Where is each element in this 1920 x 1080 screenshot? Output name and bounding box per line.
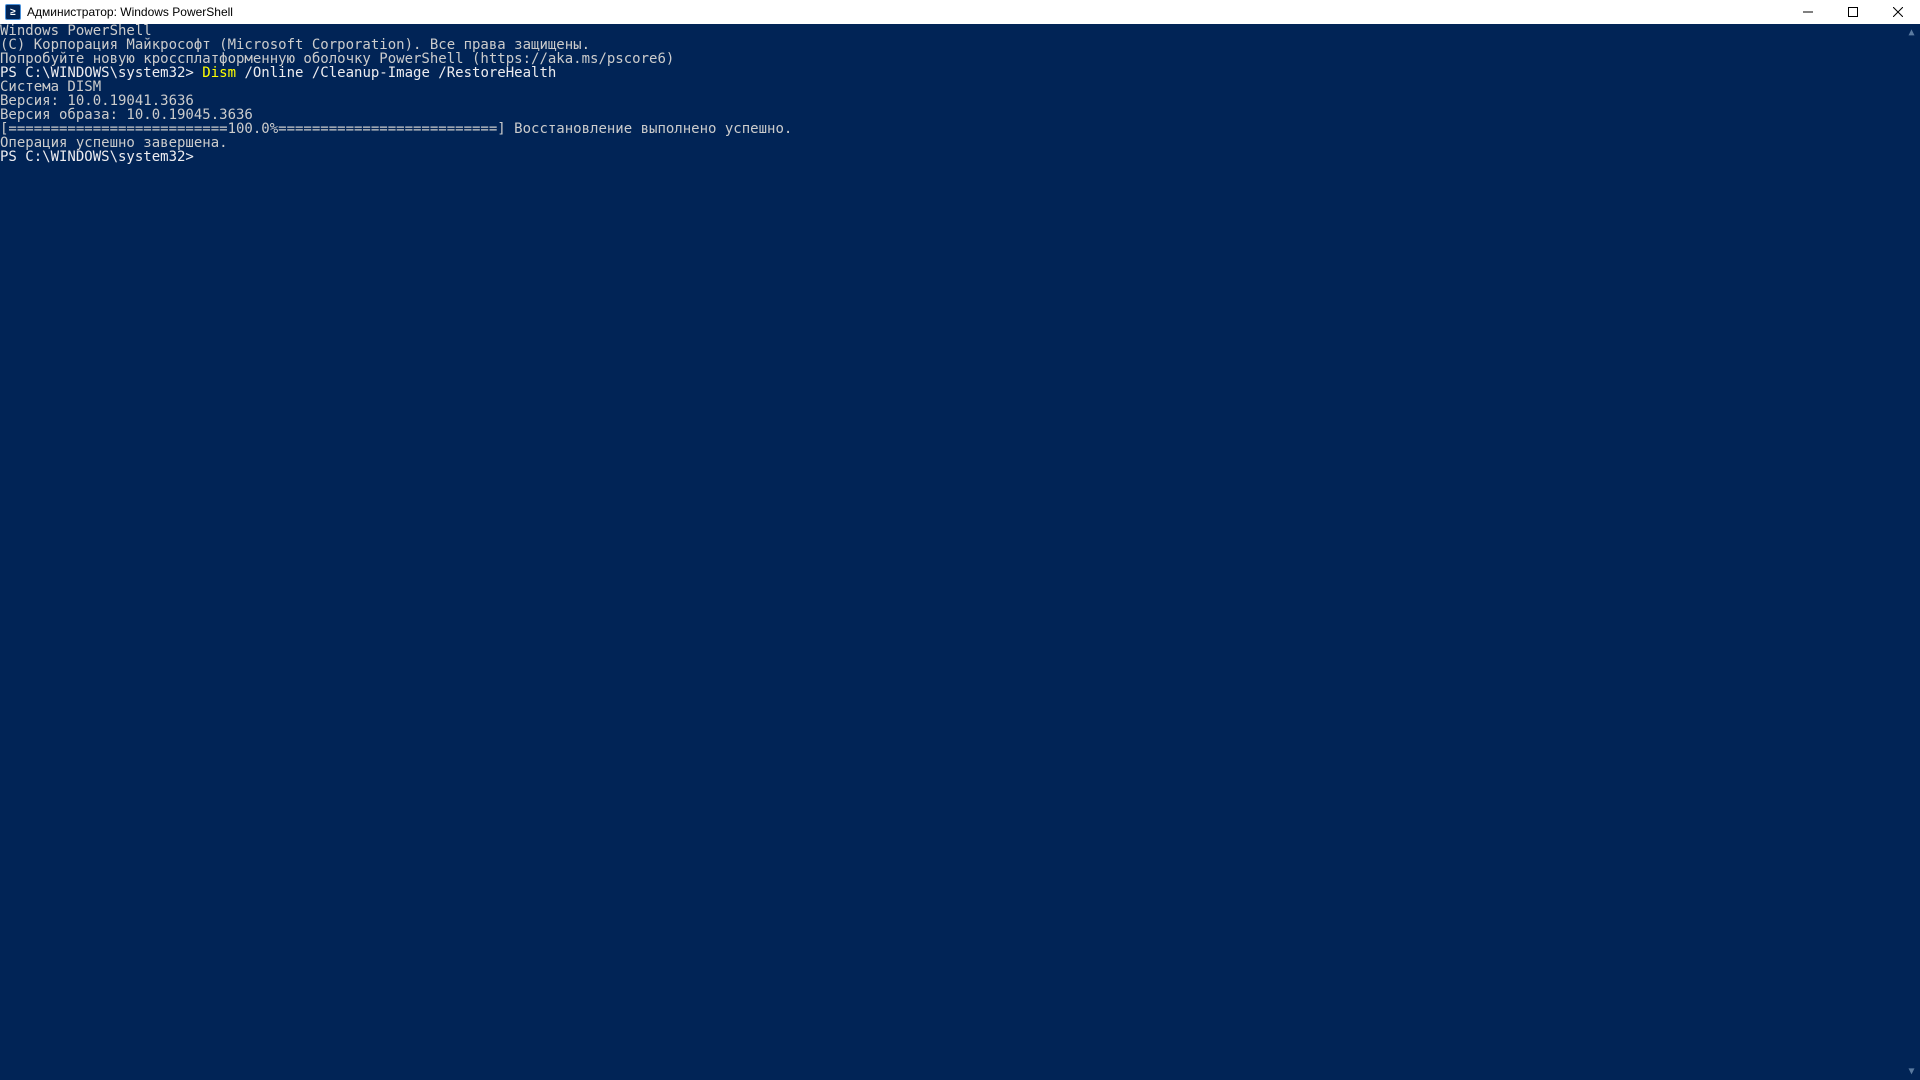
output-line: Windows PowerShell [0,24,1920,38]
powershell-window: ≥ Администратор: Windows PowerShell Wind… [0,0,1920,1080]
titlebar-left: ≥ Администратор: Windows PowerShell [5,4,233,20]
output-line: Операция успешно завершена. [0,136,1920,150]
maximize-button[interactable] [1830,0,1875,24]
window-title: Администратор: Windows PowerShell [27,5,233,19]
maximize-icon [1848,7,1858,17]
close-button[interactable] [1875,0,1920,24]
vertical-scrollbar[interactable]: ▲ ▼ [1903,24,1920,1080]
progress-line: [==========================100.0%=======… [0,122,1920,136]
scroll-down-arrow-icon[interactable]: ▼ [1903,1063,1920,1080]
output-line: Cистема DISM [0,80,1920,94]
output-line: Версия: 10.0.19041.3636 [0,94,1920,108]
command-line: PS C:\WINDOWS\system32> Dism /Online /Cl… [0,66,1920,80]
prompt-line: PS C:\WINDOWS\system32> [0,150,1920,164]
scroll-up-arrow-icon[interactable]: ▲ [1903,24,1920,41]
close-icon [1893,7,1903,17]
powershell-icon-glyph: ≥ [10,7,16,18]
output-line: Попробуйте новую кроссплатформенную обол… [0,52,1920,66]
command-name: Dism [202,65,236,81]
command-args: /Online /Cleanup-Image /RestoreHealth [236,65,556,81]
titlebar[interactable]: ≥ Администратор: Windows PowerShell [0,0,1920,24]
terminal-body[interactable]: Windows PowerShell (C) Корпорация Майкро… [0,24,1920,1080]
window-controls [1785,0,1920,24]
minimize-button[interactable] [1785,0,1830,24]
powershell-icon: ≥ [5,4,21,20]
prompt: PS C:\WINDOWS\system32> [0,149,202,165]
minimize-icon [1803,7,1813,17]
output-line: (C) Корпорация Майкрософт (Microsoft Cor… [0,38,1920,52]
output-line: Версия образа: 10.0.19045.3636 [0,108,1920,122]
